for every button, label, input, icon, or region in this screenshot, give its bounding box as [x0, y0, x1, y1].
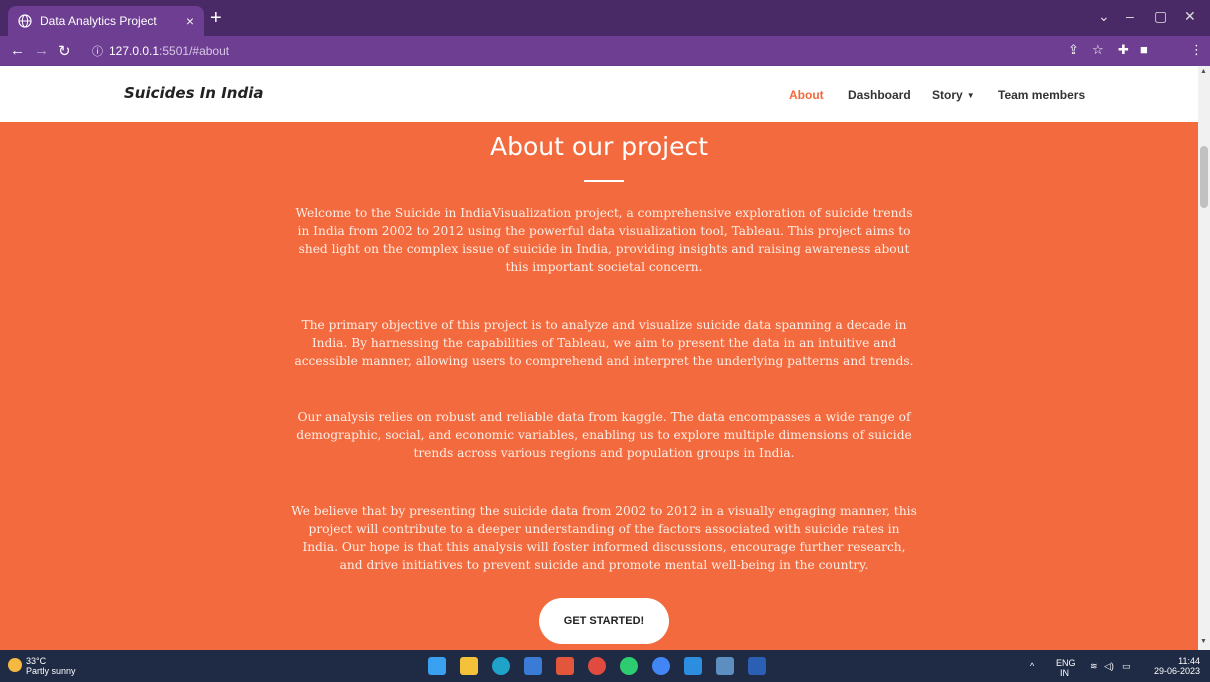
share-icon[interactable]: ⇪ [1068, 42, 1079, 58]
menu-kebab-icon[interactable]: ⋮ [1190, 42, 1203, 58]
battery-icon[interactable]: ▭ [1122, 661, 1131, 671]
whatsapp-icon[interactable] [620, 657, 638, 675]
nav-link-dashboard[interactable]: Dashboard [848, 88, 911, 102]
lang-top: ENG [1056, 658, 1076, 668]
tab-close-icon[interactable]: × [186, 13, 194, 29]
browser-tab[interactable]: Data Analytics Project × [8, 6, 204, 36]
tab-title: Data Analytics Project [40, 14, 157, 28]
wifi-icon[interactable]: ≋ [1090, 661, 1098, 671]
volume-icon[interactable]: ◁) [1104, 661, 1114, 671]
app-grid-icon[interactable] [716, 657, 734, 675]
clock-date: 29-06-2023 [1153, 666, 1200, 676]
globe-icon [18, 14, 32, 28]
scroll-thumb[interactable] [1200, 146, 1208, 208]
about-paragraph-3: Our analysis relies on robust and reliab… [296, 410, 912, 460]
window-close-icon[interactable]: ✕ [1184, 8, 1196, 25]
vscode-icon[interactable] [684, 657, 702, 675]
chrome-icon[interactable] [652, 657, 670, 675]
site-navbar: Suicides In India About Dashboard Story ▼… [0, 66, 1198, 122]
nav-link-team-members[interactable]: Team members [998, 88, 1085, 102]
edge-browser-icon[interactable] [492, 657, 510, 675]
info-icon[interactable]: ⓘ [92, 43, 103, 59]
forward-icon[interactable]: → [34, 42, 49, 59]
about-paragraph-1: Welcome to the Suicide in IndiaVisualiza… [295, 206, 913, 274]
language-indicator[interactable]: ENG IN [1056, 658, 1076, 678]
browser-tab-bar: Data Analytics Project × + ⌄ – ▢ ✕ [0, 0, 1210, 36]
taskbar-clock[interactable]: 11:44 29-06-2023 [1150, 656, 1200, 676]
weather-desc: Partly sunny [26, 666, 76, 676]
title-divider [584, 180, 624, 182]
lang-bottom: IN [1060, 668, 1069, 678]
tab-search-icon[interactable]: ⌄ [1098, 8, 1110, 25]
nav-link-story-label: Story [932, 88, 963, 102]
file-explorer-icon[interactable] [460, 657, 478, 675]
nav-link-about[interactable]: About [789, 88, 824, 102]
windows-taskbar: 33°C Partly sunny ^ ENG IN ≋ ◁) ▭ 11:44 … [0, 650, 1210, 682]
scroll-up-icon[interactable]: ▲ [1200, 68, 1207, 75]
bookmark-star-icon[interactable]: ☆ [1092, 42, 1104, 58]
url-path: :5501/#about [159, 44, 230, 58]
brand-logo-text[interactable]: Suicides In India [124, 84, 263, 102]
caret-down-icon: ▼ [966, 91, 975, 101]
about-section: About our project Welcome to the Suicide… [0, 122, 1198, 650]
side-panel-icon[interactable]: ■ [1140, 42, 1148, 57]
reload-icon[interactable]: ↻ [58, 42, 71, 60]
store-icon[interactable] [524, 657, 542, 675]
chrome-profile-icon[interactable] [588, 657, 606, 675]
minimize-icon[interactable]: – [1126, 8, 1134, 24]
get-started-button[interactable]: GET STARTED! [539, 598, 669, 644]
extensions-icon[interactable]: ✚ [1118, 42, 1129, 58]
url-bar[interactable]: ⓘ 127.0.0.1 :5501/#about [92, 40, 1092, 62]
back-icon[interactable]: ← [10, 42, 25, 59]
address-bar-row: ← → ↻ ⓘ 127.0.0.1 :5501/#about ⇪ ☆ ✚ ■ V… [0, 36, 1210, 96]
weather-widget[interactable]: 33°C Partly sunny [26, 656, 76, 676]
new-tab-button[interactable]: + [210, 8, 222, 28]
scroll-down-icon[interactable]: ▼ [1200, 638, 1207, 645]
page-title: About our project [490, 132, 708, 161]
brave-browser-icon[interactable] [556, 657, 574, 675]
url-host: 127.0.0.1 [109, 44, 160, 58]
tray-chevron-icon[interactable]: ^ [1030, 661, 1034, 671]
weather-temp: 33°C [26, 656, 47, 666]
word-icon[interactable] [748, 657, 766, 675]
clock-time: 11:44 [1178, 656, 1200, 666]
page-scrollbar[interactable]: ▲ ▼ [1198, 66, 1210, 650]
about-paragraph-2: The primary objective of this project is… [294, 318, 914, 368]
nav-link-story-dropdown[interactable]: Story ▼ [932, 88, 975, 102]
windows-start-icon[interactable] [428, 657, 446, 675]
weather-sun-icon[interactable] [8, 658, 22, 672]
about-paragraph-4: We believe that by presenting the suicid… [291, 504, 917, 572]
restore-icon[interactable]: ▢ [1154, 8, 1167, 25]
